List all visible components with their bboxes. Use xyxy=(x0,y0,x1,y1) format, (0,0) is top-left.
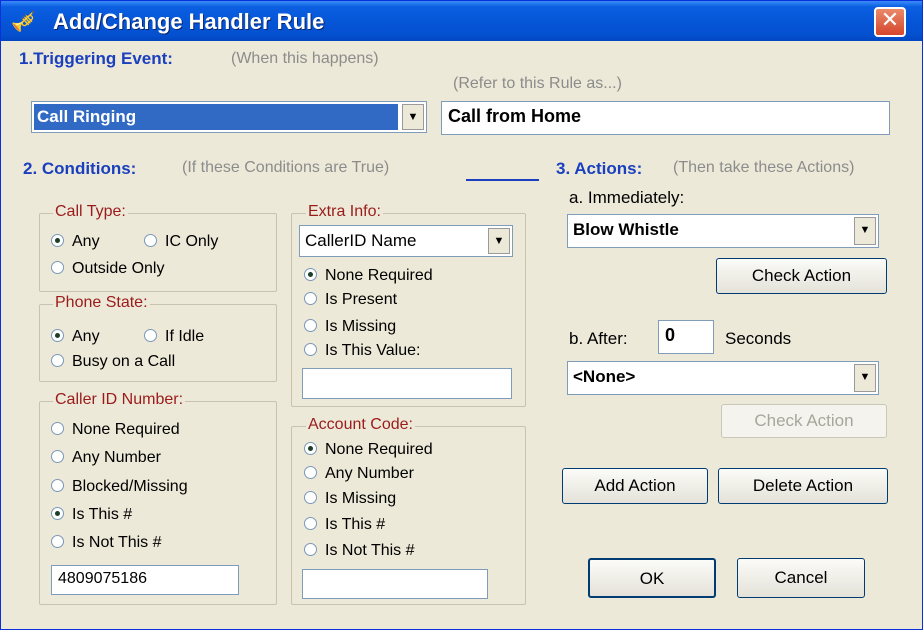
section1-hint: (When this happens) xyxy=(231,50,379,67)
account-code-input[interactable] xyxy=(302,569,488,599)
cancel-button[interactable]: Cancel xyxy=(737,558,865,598)
radio-icon xyxy=(51,535,64,549)
after-seconds-input[interactable]: 0 xyxy=(658,320,714,354)
radio-icon xyxy=(304,319,317,333)
conditions-underline xyxy=(466,179,539,181)
rule-name-hint: (Refer to this Rule as...) xyxy=(453,75,622,92)
call-type-group xyxy=(39,213,277,292)
section3-hint: (Then take these Actions) xyxy=(673,159,855,176)
chevron-down-icon[interactable]: ▼ xyxy=(854,364,876,392)
radio-icon xyxy=(51,450,64,464)
ok-button[interactable]: OK xyxy=(588,558,716,598)
add-action-button[interactable]: Add Action xyxy=(562,468,708,504)
radio-icon xyxy=(304,442,317,456)
seconds-label: Seconds xyxy=(725,329,792,348)
radio-icon xyxy=(304,343,317,357)
radio-call-type-any[interactable]: Any xyxy=(51,233,100,251)
radio-icon xyxy=(51,479,64,493)
caller-id-title: Caller ID Number: xyxy=(53,391,186,409)
chevron-down-icon[interactable]: ▼ xyxy=(488,228,510,254)
delete-action-button[interactable]: Delete Action xyxy=(718,468,888,504)
triggering-event-value: Call Ringing xyxy=(37,107,137,126)
rule-name-input[interactable]: Call from Home xyxy=(441,101,890,135)
radio-phone-state-any[interactable]: Any xyxy=(51,328,100,346)
radio-call-type-outside-only[interactable]: Outside Only xyxy=(51,260,164,278)
after-label: b. After: xyxy=(569,329,628,348)
triggering-event-select[interactable]: Call Ringing ▼ xyxy=(31,101,427,133)
section2-hint: (If these Conditions are True) xyxy=(182,159,390,176)
radio-icon xyxy=(51,354,64,368)
radio-caller-id-is-this[interactable]: Is This # xyxy=(51,506,132,524)
radio-caller-id-blocked[interactable]: Blocked/Missing xyxy=(51,478,188,496)
window-title: Add/Change Handler Rule xyxy=(53,9,325,34)
radio-account-is-this[interactable]: Is This # xyxy=(304,516,385,534)
chevron-down-icon[interactable]: ▼ xyxy=(402,104,424,130)
radio-icon xyxy=(144,329,157,343)
radio-caller-id-none-required[interactable]: None Required xyxy=(51,421,180,439)
section3-heading: 3. Actions: xyxy=(556,159,643,178)
radio-account-is-not-this[interactable]: Is Not This # xyxy=(304,542,415,560)
account-code-title: Account Code: xyxy=(306,416,415,434)
section2-heading: 2. Conditions: xyxy=(23,159,137,178)
immediately-label: a. Immediately: xyxy=(569,188,685,207)
radio-icon xyxy=(304,292,317,306)
radio-icon xyxy=(51,329,64,343)
immediate-action-select[interactable]: Blow Whistle ▼ xyxy=(567,214,879,248)
radio-icon xyxy=(51,507,64,521)
dialog-window: 🎺 Add/Change Handler Rule ✕ 1.Triggering… xyxy=(0,0,923,630)
radio-icon xyxy=(144,234,157,248)
whistle-icon: 🎺 xyxy=(11,9,36,33)
after-action-select[interactable]: <None> ▼ xyxy=(567,361,879,395)
radio-icon xyxy=(51,422,64,436)
caller-id-number-input[interactable]: 4809075186 xyxy=(51,565,239,595)
radio-account-is-missing[interactable]: Is Missing xyxy=(304,490,396,508)
radio-icon xyxy=(304,517,317,531)
radio-icon xyxy=(304,466,317,480)
extra-info-select[interactable]: CallerID Name ▼ xyxy=(299,225,513,257)
radio-extra-info-is-missing[interactable]: Is Missing xyxy=(304,318,396,336)
radio-extra-info-none-required[interactable]: None Required xyxy=(304,267,433,285)
radio-icon xyxy=(304,268,317,282)
after-action-value: <None> xyxy=(573,367,636,386)
phone-state-title: Phone State: xyxy=(53,294,150,312)
chevron-down-icon[interactable]: ▼ xyxy=(854,217,876,245)
close-button[interactable]: ✕ xyxy=(874,7,906,37)
close-icon: ✕ xyxy=(880,8,900,33)
extra-info-value-input[interactable] xyxy=(302,368,512,399)
radio-phone-state-if-idle[interactable]: If Idle xyxy=(144,328,204,346)
check-action-button-disabled: Check Action xyxy=(721,404,887,438)
extra-info-value: CallerID Name xyxy=(305,231,417,250)
radio-icon xyxy=(51,234,64,248)
radio-caller-id-is-not-this[interactable]: Is Not This # xyxy=(51,534,162,552)
radio-icon xyxy=(304,491,317,505)
check-action-button[interactable]: Check Action xyxy=(716,258,887,294)
immediate-action-value: Blow Whistle xyxy=(573,220,679,239)
call-type-title: Call Type: xyxy=(53,203,128,221)
radio-phone-state-busy[interactable]: Busy on a Call xyxy=(51,353,175,371)
radio-call-type-ic-only[interactable]: IC Only xyxy=(144,233,218,251)
radio-account-any-number[interactable]: Any Number xyxy=(304,465,414,483)
extra-info-title: Extra Info: xyxy=(306,203,383,221)
section1-heading: 1.Triggering Event: xyxy=(19,49,173,68)
radio-icon xyxy=(304,543,317,557)
radio-extra-info-is-present[interactable]: Is Present xyxy=(304,291,397,309)
radio-caller-id-any-number[interactable]: Any Number xyxy=(51,449,161,467)
radio-account-none-required[interactable]: None Required xyxy=(304,441,433,459)
radio-extra-info-is-this-value[interactable]: Is This Value: xyxy=(304,342,420,360)
radio-icon xyxy=(51,261,64,275)
title-bar[interactable]: 🎺 Add/Change Handler Rule ✕ xyxy=(1,1,922,41)
